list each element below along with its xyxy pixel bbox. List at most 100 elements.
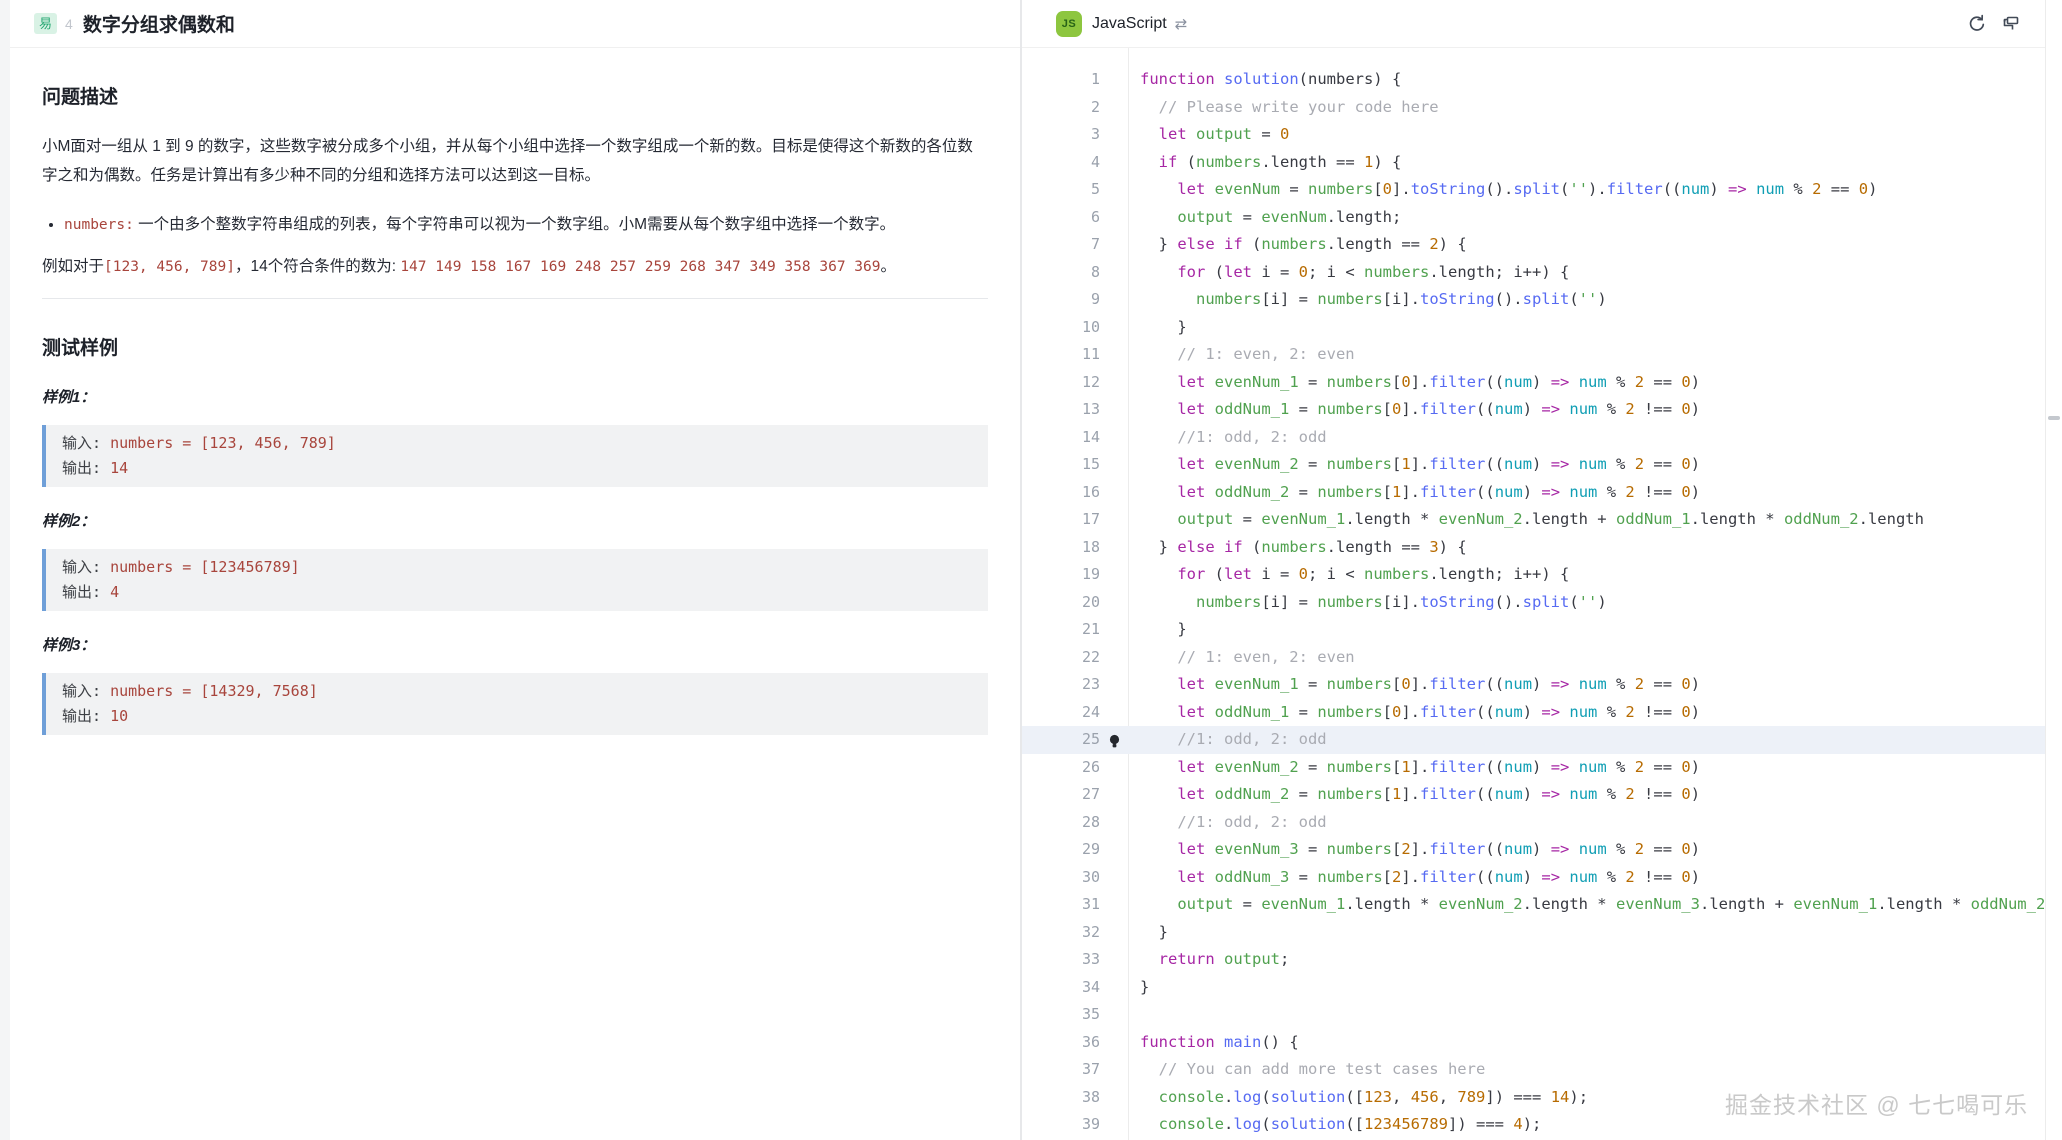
code-line[interactable]: 23 let evenNum_1 = numbers[0].filter((nu… — [1022, 671, 2045, 699]
sample-input-label: 输入: — [62, 682, 110, 700]
code-line[interactable]: 18 } else if (numbers.length == 3) { — [1022, 534, 2045, 562]
code-line[interactable]: 35 — [1022, 1001, 2045, 1029]
code-token — [1140, 730, 1177, 748]
code-token: ) — [1691, 373, 1700, 391]
code-line[interactable]: 34} — [1022, 974, 2045, 1002]
code-line[interactable]: 17 output = evenNum_1.length * evenNum_2… — [1022, 506, 2045, 534]
code-line[interactable]: 4 if (numbers.length == 1) { — [1022, 149, 2045, 177]
code-line[interactable]: 9 numbers[i] = numbers[i].toString().spl… — [1022, 286, 2045, 314]
code-line[interactable]: 31 output = evenNum_1.length * evenNum_2… — [1022, 891, 2045, 919]
code-line[interactable]: 16 let oddNum_2 = numbers[1].filter((num… — [1022, 479, 2045, 507]
code-line[interactable]: 10 } — [1022, 314, 2045, 342]
swap-language-icon[interactable]: ⇄ — [1175, 15, 1188, 33]
code-line[interactable]: 25 //1: odd, 2: odd — [1022, 726, 2045, 754]
code-token: '' — [1579, 290, 1598, 308]
code-line[interactable]: 6 output = evenNum.length; — [1022, 204, 2045, 232]
sample-output: 输出: 14 — [62, 456, 972, 481]
line-number: 24 — [1022, 699, 1100, 727]
code-token: 0 — [1280, 125, 1289, 143]
hint-bulb-icon[interactable] — [1108, 734, 1121, 750]
editor-scrollbar[interactable] — [2045, 0, 2062, 1140]
code-line[interactable]: 12 let evenNum_1 = numbers[0].filter((nu… — [1022, 369, 2045, 397]
code-line[interactable]: 1function solution(numbers) { — [1022, 66, 2045, 94]
code-line[interactable]: 30 let oddNum_3 = numbers[2].filter((num… — [1022, 864, 2045, 892]
code-token — [1205, 400, 1214, 418]
code-token: = — [1289, 868, 1317, 886]
code-token: oddNum_3 — [1215, 868, 1290, 886]
code-token: num — [1495, 703, 1523, 721]
code-token: } — [1140, 318, 1187, 336]
format-icon[interactable] — [2001, 14, 2021, 34]
line-number: 25 — [1022, 726, 1100, 754]
code-line[interactable]: 21 } — [1022, 616, 2045, 644]
code-token: } — [1140, 538, 1177, 556]
code-token: toString — [1420, 290, 1495, 308]
code-line[interactable]: 13 let oddNum_1 = numbers[0].filter((num… — [1022, 396, 2045, 424]
problem-title: 数字分组求偶数和 — [83, 10, 235, 37]
code-token: ) — [1523, 483, 1542, 501]
code-token: ]. — [1401, 483, 1420, 501]
code-token — [1140, 428, 1177, 446]
sample-output-label: 输出: — [62, 459, 110, 477]
code-token: oddNum_1 — [1215, 400, 1290, 418]
code-line[interactable]: 11 // 1: even, 2: even — [1022, 341, 2045, 369]
code-token: ) — [1691, 758, 1700, 776]
code-line[interactable]: 2 // Please write your code here — [1022, 94, 2045, 122]
code-token — [1140, 208, 1177, 226]
sample-output-label: 输出: — [62, 583, 110, 601]
code-line[interactable]: 20 numbers[i] = numbers[i].toString().sp… — [1022, 589, 2045, 617]
sample-input: 输入: numbers = [123, 456, 789] — [62, 431, 972, 456]
code-token: . — [1224, 1088, 1233, 1106]
code-token: (( — [1663, 180, 1682, 198]
code-token: oddNum_1 — [1215, 703, 1290, 721]
code-token: console — [1159, 1088, 1224, 1106]
code-token: numbers — [1364, 565, 1429, 583]
code-token — [1140, 1088, 1159, 1106]
code-line[interactable]: 28 //1: odd, 2: odd — [1022, 809, 2045, 837]
code-line[interactable]: 24 let oddNum_1 = numbers[0].filter((num… — [1022, 699, 2045, 727]
code-line[interactable]: 37 // You can add more test cases here — [1022, 1056, 2045, 1084]
sample-input: 输入: numbers = [14329, 7568] — [62, 679, 972, 704]
code-token: [ — [1383, 483, 1392, 501]
code-line[interactable]: 15 let evenNum_2 = numbers[1].filter((nu… — [1022, 451, 2045, 479]
code-token: ) — [1691, 400, 1700, 418]
line-number: 11 — [1022, 341, 1100, 369]
code-line[interactable]: 29 let evenNum_3 = numbers[2].filter((nu… — [1022, 836, 2045, 864]
code-token: 2 — [1635, 373, 1644, 391]
line-number: 5 — [1022, 176, 1100, 204]
code-token: let — [1224, 565, 1252, 583]
code-line[interactable]: 8 for (let i = 0; i < numbers.length; i+… — [1022, 259, 2045, 287]
code-token: ]. — [1411, 373, 1430, 391]
code-token: numbers — [1196, 290, 1261, 308]
language-selector[interactable]: JS JavaScript ⇄ — [1056, 0, 1187, 48]
code-token: ) — [1691, 868, 1700, 886]
code-token: numbers — [1308, 180, 1373, 198]
code-token: ( — [1177, 153, 1196, 171]
code-token — [1140, 373, 1177, 391]
code-token: let — [1177, 785, 1205, 803]
code-line[interactable]: 27 let oddNum_2 = numbers[1].filter((num… — [1022, 781, 2045, 809]
code-line[interactable]: 33 return output; — [1022, 946, 2045, 974]
code-line[interactable]: 36function main() { — [1022, 1029, 2045, 1057]
refresh-icon[interactable] — [1967, 14, 1987, 34]
code-line[interactable]: 7 } else if (numbers.length == 2) { — [1022, 231, 2045, 259]
section-divider — [42, 298, 988, 299]
code-line[interactable]: 3 let output = 0 — [1022, 121, 2045, 149]
code-line[interactable]: 19 for (let i = 0; i < numbers.length; i… — [1022, 561, 2045, 589]
scrollbar-thumb[interactable] — [2048, 416, 2060, 420]
hint-bulb[interactable] — [1108, 732, 1121, 754]
code-editor[interactable]: 1function solution(numbers) {2 // Please… — [1022, 48, 2045, 1140]
code-token: 2 — [1625, 400, 1634, 418]
code-token: numbers — [1317, 868, 1382, 886]
code-token: solution — [1271, 1088, 1346, 1106]
code-token: [ — [1383, 400, 1392, 418]
code-token: ( — [1261, 1088, 1270, 1106]
code-line[interactable]: 26 let evenNum_2 = numbers[1].filter((nu… — [1022, 754, 2045, 782]
code-line[interactable]: 32 } — [1022, 919, 2045, 947]
code-token: [ — [1392, 675, 1401, 693]
code-line[interactable]: 5 let evenNum = numbers[0].toString().sp… — [1022, 176, 2045, 204]
code-token: '' — [1579, 593, 1598, 611]
code-line[interactable]: 14 //1: odd, 2: odd — [1022, 424, 2045, 452]
code-token — [1187, 125, 1196, 143]
code-line[interactable]: 22 // 1: even, 2: even — [1022, 644, 2045, 672]
